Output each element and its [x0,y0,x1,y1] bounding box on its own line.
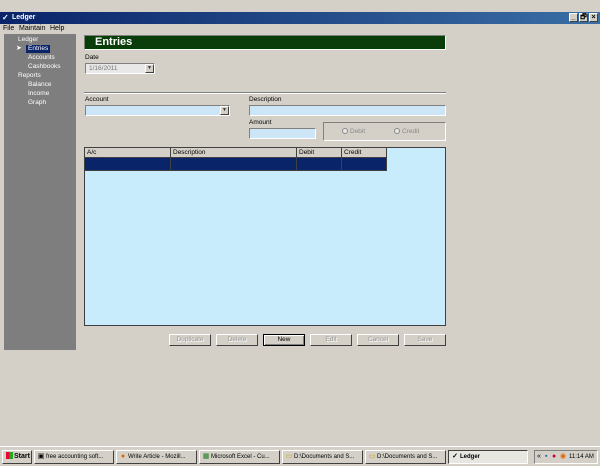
expand-tray-icon[interactable]: « [537,451,541,463]
cancel-button[interactable]: Cancel [357,334,399,346]
excel-icon: ▦ [202,453,210,460]
start-label: Start [14,453,30,460]
network-icon[interactable]: ▪ [545,451,547,463]
folder-icon: ▭ [368,453,376,460]
taskbar-item-ledger[interactable]: ✓ Ledger [448,450,528,464]
sidebar-item-accounts[interactable]: Accounts [28,54,55,62]
window-titlebar[interactable]: ✓ Ledger _ 🗗 × [0,12,600,24]
menu-maintain[interactable]: Maintain [19,25,45,33]
maximize-button[interactable]: 🗗 [579,13,588,22]
taskbar-item-folder-1[interactable]: ▭ D:\Documents and S... [282,450,363,464]
column-header-description[interactable]: Description [171,148,297,158]
folder-icon: ▭ [285,453,293,460]
save-button[interactable]: Save [404,334,446,346]
taskbar: Start ▣ free accounting soft... ● Write Ar… [0,446,600,466]
radio-icon [394,128,400,135]
delete-button[interactable]: Delete [216,334,258,346]
debit-radio-label: Debit [350,128,366,135]
sidebar-item-cashbooks[interactable]: Cashbooks [28,63,61,71]
column-header-account[interactable]: A/c [85,148,171,158]
entries-grid[interactable]: A/c Description Debit Credit [84,147,446,326]
firefox-icon: ● [120,453,126,460]
page-header: Entries [84,35,446,50]
taskbar-item-label: D:\Documents and S... [377,454,438,460]
window-title: Ledger [12,14,36,21]
menu-bar: File Maintain Help [0,24,600,34]
radio-icon [342,128,348,135]
description-label: Description [249,96,282,103]
new-button[interactable]: New [263,334,305,346]
taskbar-item-browser[interactable]: ▣ free accounting soft... [34,450,114,464]
sidebar-group-reports[interactable]: Reports [18,72,41,80]
sidebar-item-income[interactable]: Income [28,90,49,98]
taskbar-item-label: Microsoft Excel - Cu... [211,454,270,460]
table-row-cell[interactable] [171,158,297,171]
credit-radio-label: Credit [402,128,420,135]
account-label: Account [85,96,109,103]
page-title: Entries [95,36,133,48]
current-item-arrow-icon: ➤ [16,45,22,52]
ledger-icon: ✓ [452,453,458,460]
section-divider [84,92,446,94]
menu-help[interactable]: Help [50,25,64,33]
date-value: 1/16/2011 [89,65,118,72]
clock: 11:14 AM [569,454,594,460]
browser-icon: ▣ [37,453,45,460]
update-icon[interactable]: ◉ [560,451,566,463]
table-row-cell[interactable] [342,158,387,171]
table-row-cell[interactable] [85,158,171,171]
amount-input[interactable] [249,128,316,139]
credit-radio[interactable]: Credit [394,128,419,136]
table-row-cell[interactable] [297,158,342,171]
minimize-button[interactable]: _ [569,13,578,22]
taskbar-item-label: D:\Documents and S... [294,454,355,460]
account-select[interactable]: ▼ [85,105,230,116]
taskbar-item-label: free accounting soft... [46,454,104,460]
amount-label: Amount [249,119,272,126]
taskbar-item-firefox[interactable]: ● Write Article - Mozill... [116,450,197,464]
antivirus-icon[interactable]: ● [552,451,556,463]
taskbar-item-excel[interactable]: ▦ Microsoft Excel - Cu... [199,450,280,464]
duplicate-button[interactable]: Duplicate [169,334,211,346]
debit-credit-group: Debit Credit [323,122,446,141]
description-input[interactable] [249,105,446,116]
start-button[interactable]: Start [2,450,32,464]
sidebar-item-graph[interactable]: Graph [28,99,46,107]
column-header-debit[interactable]: Debit [297,148,342,158]
app-icon: ✓ [2,13,9,22]
taskbar-item-label: Ledger [460,454,481,460]
windows-logo-icon [6,452,13,459]
taskbar-item-folder-2[interactable]: ▭ D:\Documents and S... [365,450,446,464]
menu-file[interactable]: File [3,25,14,33]
system-tray: « ▪ ● ◉ 11:14 AM [534,450,598,464]
chevron-down-icon[interactable]: ▼ [145,64,154,73]
sidebar-group-ledger[interactable]: Ledger [18,36,38,44]
sidebar-item-entries[interactable]: Entries [26,45,51,53]
sidebar-item-balance[interactable]: Balance [28,81,52,89]
date-label: Date [85,54,99,61]
taskbar-item-label: Write Article - Mozill... [128,454,186,460]
edit-button[interactable]: Edit [310,334,352,346]
chevron-down-icon[interactable]: ▼ [220,106,229,115]
debit-radio[interactable]: Debit [342,128,365,136]
close-button[interactable]: × [589,13,598,22]
date-picker[interactable]: 1/16/2011 ▼ [85,63,155,74]
column-header-credit[interactable]: Credit [342,148,387,158]
navigation-sidebar: Ledger ➤ Entries Accounts Cashbooks Repo… [4,34,76,350]
